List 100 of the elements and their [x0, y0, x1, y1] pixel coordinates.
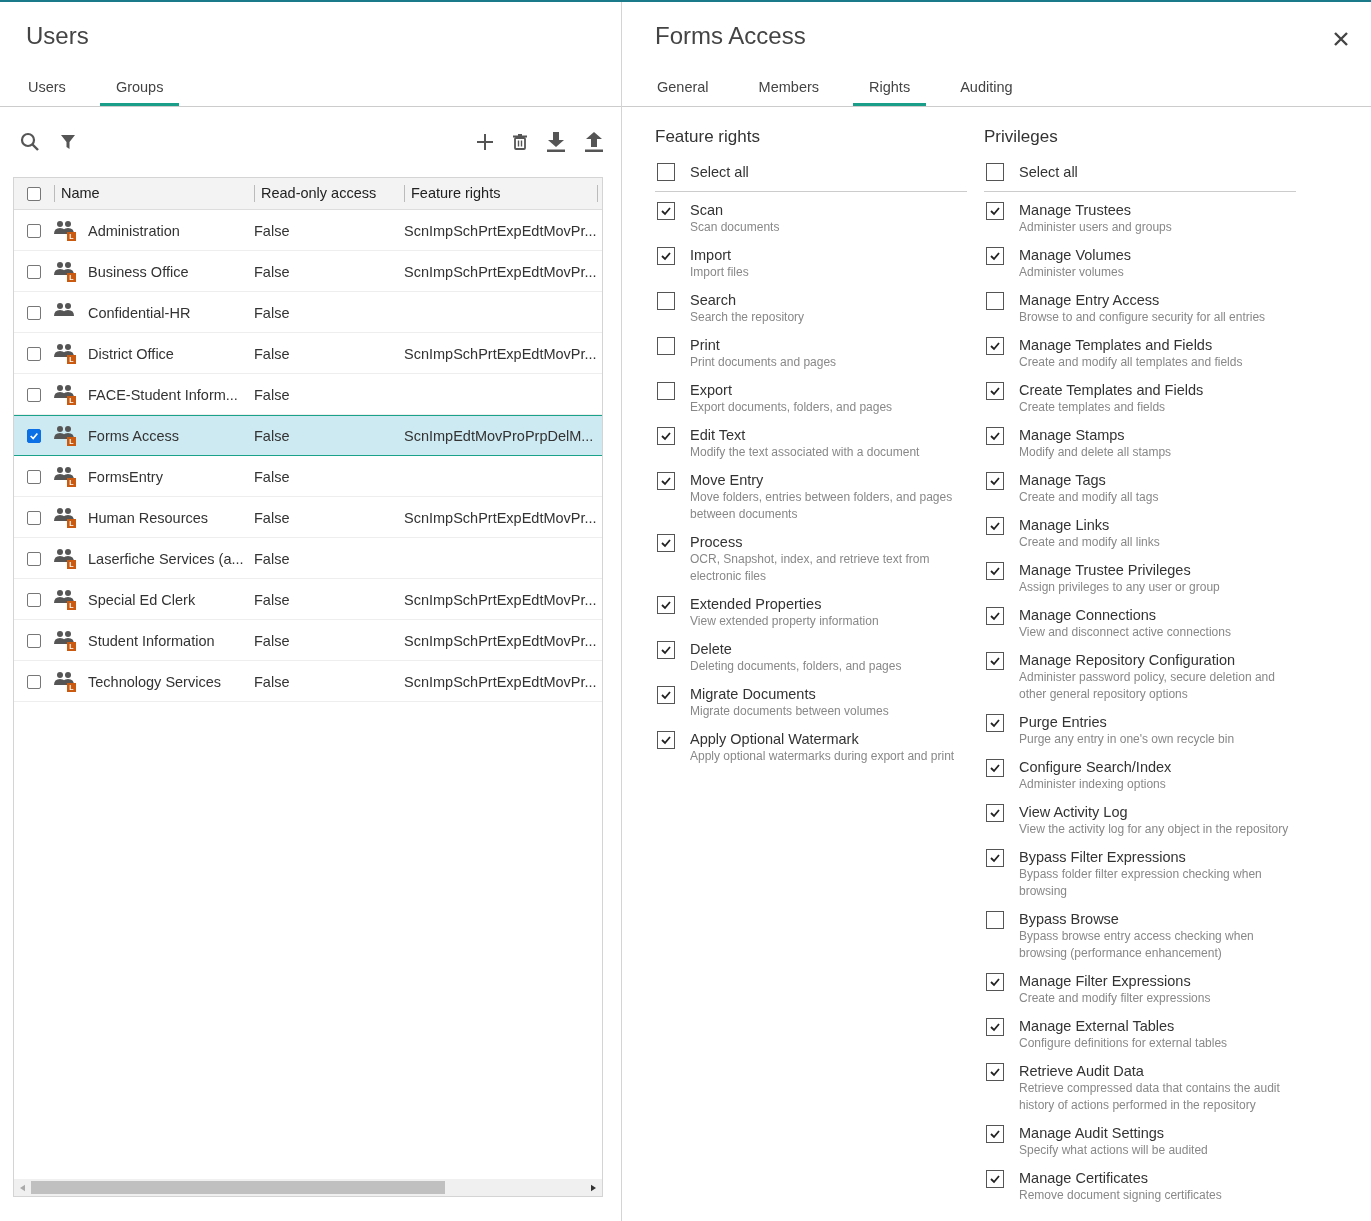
- checkbox[interactable]: [986, 427, 1004, 445]
- checkbox[interactable]: [657, 202, 675, 220]
- row-checkbox[interactable]: [27, 551, 41, 566]
- checkbox[interactable]: [986, 652, 1004, 670]
- checkbox-label[interactable]: Manage Filter Expressions: [1019, 972, 1296, 990]
- checkbox-label[interactable]: Manage Connections: [1019, 606, 1296, 624]
- checkbox[interactable]: [986, 1018, 1004, 1036]
- tab[interactable]: Auditing: [944, 72, 1029, 106]
- checkbox[interactable]: [986, 973, 1004, 991]
- checkbox[interactable]: [657, 337, 675, 355]
- tab[interactable]: General: [641, 72, 725, 106]
- checkbox-label[interactable]: Manage Repository Configuration: [1019, 651, 1296, 669]
- checkbox[interactable]: [986, 849, 1004, 867]
- checkbox-label[interactable]: Manage Tags: [1019, 471, 1296, 489]
- checkbox-label[interactable]: Bypass Browse: [1019, 910, 1296, 928]
- add-icon[interactable]: [477, 134, 493, 150]
- checkbox[interactable]: [657, 427, 675, 445]
- checkbox[interactable]: [986, 804, 1004, 822]
- checkbox-label[interactable]: View Activity Log: [1019, 803, 1296, 821]
- horizontal-scrollbar[interactable]: [14, 1179, 602, 1196]
- checkbox[interactable]: [986, 714, 1004, 732]
- filter-icon[interactable]: [60, 134, 76, 150]
- checkbox-label[interactable]: Manage Audit Settings: [1019, 1124, 1296, 1142]
- checkbox[interactable]: [657, 292, 675, 310]
- checkbox[interactable]: [657, 731, 675, 749]
- checkbox[interactable]: [986, 607, 1004, 625]
- checkbox-label[interactable]: Apply Optional Watermark: [690, 730, 960, 748]
- trash-icon[interactable]: [513, 134, 527, 150]
- column-header[interactable]: Read-only access: [254, 185, 404, 202]
- checkbox-label[interactable]: Manage Trustees: [1019, 201, 1296, 219]
- checkbox[interactable]: [986, 247, 1004, 265]
- checkbox-label[interactable]: Search: [690, 291, 960, 309]
- close-icon[interactable]: [1334, 32, 1348, 46]
- checkbox[interactable]: [657, 382, 675, 400]
- checkbox-label[interactable]: Create Templates and Fields: [1019, 381, 1296, 399]
- upload-icon[interactable]: [585, 132, 603, 152]
- checkbox[interactable]: [657, 686, 675, 704]
- checkbox[interactable]: [986, 337, 1004, 355]
- row-checkbox[interactable]: [27, 428, 41, 443]
- table-row[interactable]: Confidential-HR False: [14, 292, 602, 333]
- checkbox-label[interactable]: Select all: [1019, 163, 1078, 181]
- select-all-checkbox[interactable]: [27, 186, 41, 201]
- download-icon[interactable]: [547, 132, 565, 152]
- row-checkbox[interactable]: [27, 469, 41, 484]
- checkbox-label[interactable]: Manage Stamps: [1019, 426, 1296, 444]
- row-checkbox[interactable]: [27, 674, 41, 689]
- column-header[interactable]: Name: [54, 185, 254, 202]
- row-checkbox[interactable]: [27, 387, 41, 402]
- tab[interactable]: Rights: [853, 72, 927, 106]
- checkbox[interactable]: [986, 382, 1004, 400]
- checkbox-label[interactable]: Scan: [690, 201, 960, 219]
- scroll-right-icon[interactable]: [591, 1183, 596, 1192]
- checkbox-label[interactable]: Edit Text: [690, 426, 960, 444]
- checkbox[interactable]: [986, 1170, 1004, 1188]
- row-checkbox[interactable]: [27, 223, 41, 238]
- checkbox-label[interactable]: Process: [690, 533, 960, 551]
- checkbox[interactable]: [986, 911, 1004, 929]
- checkbox-label[interactable]: Manage Templates and Fields: [1019, 336, 1296, 354]
- checkbox[interactable]: [657, 247, 675, 265]
- checkbox-label[interactable]: Extended Properties: [690, 595, 960, 613]
- checkbox-label[interactable]: Select all: [690, 163, 749, 181]
- checkbox[interactable]: [986, 562, 1004, 580]
- checkbox[interactable]: [986, 517, 1004, 535]
- row-checkbox[interactable]: [27, 346, 41, 361]
- row-checkbox[interactable]: [27, 510, 41, 525]
- checkbox-label[interactable]: Manage Links: [1019, 516, 1296, 534]
- checkbox-label[interactable]: Migrate Documents: [690, 685, 960, 703]
- checkbox-label[interactable]: Print: [690, 336, 960, 354]
- checkbox-label[interactable]: Import: [690, 246, 960, 264]
- checkbox[interactable]: [986, 202, 1004, 220]
- checkbox[interactable]: [657, 534, 675, 552]
- checkbox-label[interactable]: Retrieve Audit Data: [1019, 1062, 1296, 1080]
- checkbox-label[interactable]: Manage Entry Access: [1019, 291, 1296, 309]
- checkbox[interactable]: [986, 759, 1004, 777]
- checkbox-label[interactable]: Export: [690, 381, 960, 399]
- checkbox[interactable]: [657, 472, 675, 490]
- checkbox[interactable]: [986, 292, 1004, 310]
- checkbox-label[interactable]: Manage Volumes: [1019, 246, 1296, 264]
- checkbox-label[interactable]: Delete: [690, 640, 960, 658]
- checkbox[interactable]: [986, 163, 1004, 181]
- checkbox-label[interactable]: Move Entry: [690, 471, 960, 489]
- checkbox[interactable]: [657, 163, 675, 181]
- tab[interactable]: Members: [742, 72, 836, 106]
- checkbox[interactable]: [986, 1063, 1004, 1081]
- search-icon[interactable]: [20, 132, 40, 152]
- checkbox[interactable]: [657, 641, 675, 659]
- checkbox-label[interactable]: Purge Entries: [1019, 713, 1296, 731]
- checkbox[interactable]: [657, 596, 675, 614]
- checkbox-label[interactable]: Manage Trustee Privileges: [1019, 561, 1296, 579]
- checkbox-label[interactable]: Bypass Filter Expressions: [1019, 848, 1296, 866]
- tab[interactable]: Groups: [99, 72, 180, 106]
- checkbox[interactable]: [986, 472, 1004, 490]
- row-checkbox[interactable]: [27, 264, 41, 279]
- row-checkbox[interactable]: [27, 592, 41, 607]
- checkbox-label[interactable]: Configure Search/Index: [1019, 758, 1296, 776]
- checkbox-label[interactable]: Manage External Tables: [1019, 1017, 1296, 1035]
- row-checkbox[interactable]: [27, 305, 41, 320]
- tab[interactable]: Users: [12, 72, 82, 106]
- row-checkbox[interactable]: [27, 633, 41, 648]
- checkbox-label[interactable]: Manage Certificates: [1019, 1169, 1296, 1187]
